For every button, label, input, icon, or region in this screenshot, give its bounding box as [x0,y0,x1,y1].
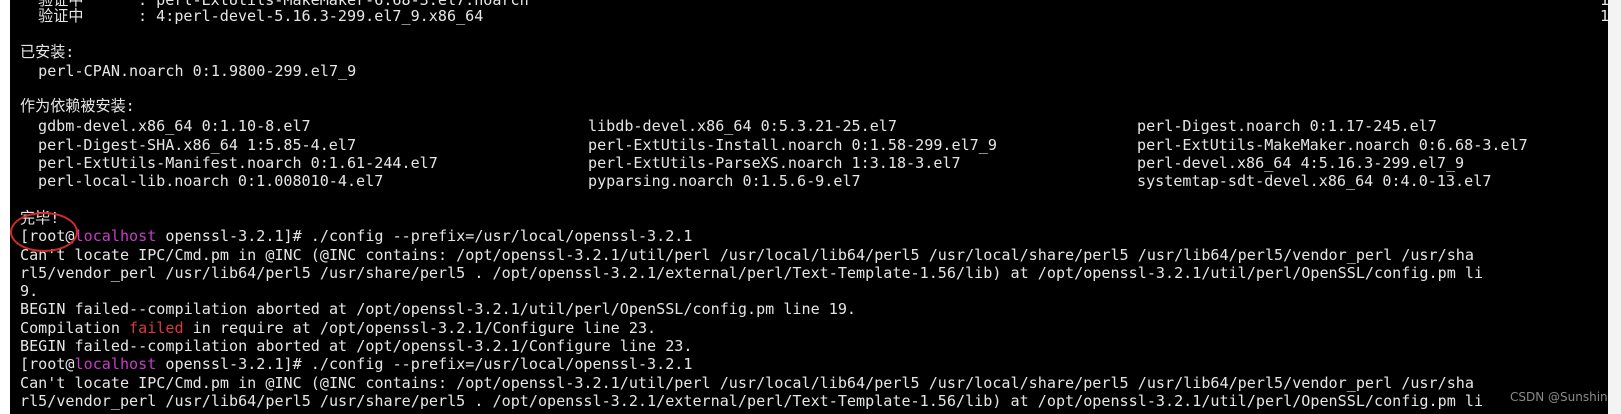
prompt-command: openssl-3.2.1]# ./config --prefix=/usr/l… [156,227,693,245]
dep-package: libdb-devel.x86_64 0:5.3.21-25.el7 [588,117,897,135]
error-line: Can't locate IPC/Cmd.pm in @INC (@INC co… [20,246,1474,264]
dep-package: perl-devel.x86_64 4:5.16.3-299.el7_9 [1137,154,1465,172]
prompt-command: openssl-3.2.1]# ./config --prefix=/usr/l… [156,355,693,373]
annotation-circle [10,212,78,252]
dep-package: perl-Digest-SHA.x86_64 1:5.85-4.el7 [38,136,357,154]
watermark: CSDN @Sunshine [1510,390,1608,404]
error-line: BEGIN failed--compilation aborted at /op… [20,337,693,355]
window-scrollbar[interactable] [1608,0,1621,414]
dep-package: perl-ExtUtils-Install.noarch 0:1.58-299.… [588,136,997,154]
error-line: rl5/vendor_perl /usr/lib64/perl5 /usr/sh… [20,264,1484,282]
installed-header: 已安装: [20,43,75,61]
dependency-header: 作为依赖被安装: [20,97,135,115]
prompt-host: localhost [74,227,157,245]
dep-package: perl-ExtUtils-Manifest.noarch 0:1.61-244… [38,154,438,172]
dep-package: perl-local-lib.noarch 0:1.008010-4.el7 [38,172,384,190]
error-line: Compilation failed in require at /opt/op… [20,319,657,337]
dep-package: perl-ExtUtils-MakeMaker.noarch 0:6.68-3.… [1137,136,1528,154]
error-line: BEGIN failed--compilation aborted at /op… [20,300,857,318]
prompt-host: localhost [74,355,157,373]
shell-prompt-command: [root@localhost openssl-3.2.1]# ./config… [20,227,692,246]
verify-line-2-count: 1 [1600,7,1608,25]
dep-package: pyparsing.noarch 0:1.5.6-9.el7 [588,172,861,190]
failed-keyword: failed [129,319,184,337]
dep-package: perl-Digest.noarch 0:1.17-245.el7 [1137,117,1437,135]
shell-prompt-command: [root@localhost openssl-3.2.1]# ./config… [20,355,692,374]
dep-package: systemtap-sdt-devel.x86_64 0:4.0-13.el7 [1137,172,1492,190]
error-line: Can't locate IPC/Cmd.pm in @INC (@INC co… [20,374,1474,392]
dep-package: gdbm-devel.x86_64 0:1.10-8.el7 [38,117,311,135]
dep-package: perl-ExtUtils-ParseXS.noarch 1:3.18-3.el… [588,154,961,172]
error-line: 9. [20,282,39,300]
error-line: rl5/vendor_perl /usr/lib64/perl5 /usr/sh… [20,392,1484,410]
terminal-window[interactable]: 验证中 : perl-ExtUtils-MakeMaker-6.68-3.el7… [10,0,1608,414]
prompt-user: [root@ [20,355,75,373]
installed-package: perl-CPAN.noarch 0:1.9800-299.el7_9 [20,62,357,80]
verify-line-2: 验证中 : 4:perl-devel-5.16.3-299.el7_9.x86_… [20,7,484,25]
